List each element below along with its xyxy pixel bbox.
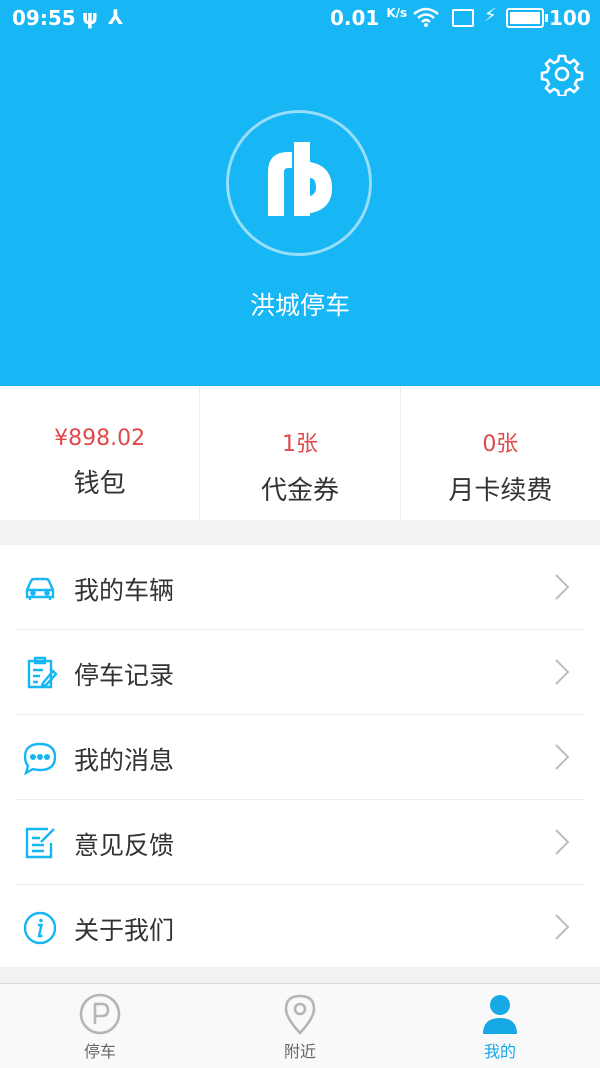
user-icon bbox=[478, 992, 522, 1036]
stat-value: ¥898.02 bbox=[54, 426, 146, 451]
menu-item-feedback[interactable]: 意见反馈 bbox=[16, 800, 584, 885]
tab-label: 停车 bbox=[83, 1042, 116, 1061]
car-icon bbox=[22, 570, 58, 606]
stat-monthly-card[interactable]: 0张 月卡续费 bbox=[401, 386, 600, 520]
stat-value: 0张 bbox=[482, 432, 519, 457]
chevron-right-icon bbox=[554, 743, 570, 771]
gear-icon[interactable] bbox=[540, 52, 584, 98]
chevron-right-icon bbox=[554, 828, 570, 856]
location-pin-icon bbox=[278, 992, 322, 1036]
tab-label: 附近 bbox=[283, 1042, 316, 1061]
info-icon bbox=[22, 910, 58, 946]
stat-value: 1张 bbox=[281, 432, 318, 457]
tab-nearby[interactable]: 附近 bbox=[200, 984, 400, 1068]
stat-label: 月卡续费 bbox=[448, 476, 553, 506]
chat-bubble-icon bbox=[22, 740, 58, 776]
menu-item-my-messages[interactable]: 我的消息 bbox=[16, 715, 584, 800]
parking-logo-icon bbox=[268, 142, 332, 216]
menu-list: 我的车辆 停车记录 我的消息 意见反馈 关于我们 bbox=[0, 545, 600, 967]
stat-voucher[interactable]: 1张 代金券 bbox=[200, 386, 401, 520]
stat-label: 代金券 bbox=[260, 476, 339, 506]
battery-level: 100 bbox=[549, 6, 591, 30]
account-stats: ¥898.02 钱包 1张 代金券 0张 月卡续费 bbox=[0, 386, 600, 520]
status-bar: 09:55 ψ ⅄ 0.01 K/s ⚡ 100 bbox=[0, 0, 600, 36]
menu-item-label: 关于我们 bbox=[74, 916, 175, 945]
tab-mine[interactable]: 我的 bbox=[400, 984, 600, 1068]
chevron-right-icon bbox=[554, 913, 570, 941]
clipboard-edit-icon bbox=[22, 655, 58, 691]
usb-icon: ψ bbox=[82, 5, 98, 29]
menu-item-label: 意见反馈 bbox=[74, 831, 175, 860]
parking-p-icon bbox=[78, 992, 122, 1036]
menu-item-my-vehicles[interactable]: 我的车辆 bbox=[16, 545, 584, 630]
charging-icon: ⚡ bbox=[484, 5, 497, 26]
status-time: 09:55 bbox=[12, 6, 76, 30]
app-name: 洪城停车 bbox=[249, 291, 350, 320]
menu-item-parking-records[interactable]: 停车记录 bbox=[16, 630, 584, 715]
stat-wallet[interactable]: ¥898.02 钱包 bbox=[0, 386, 201, 520]
menu-item-label: 我的车辆 bbox=[74, 576, 175, 605]
wifi-icon bbox=[412, 6, 440, 33]
profile-header: 09:55 ψ ⅄ 0.01 K/s ⚡ 100 洪城停车 bbox=[0, 0, 600, 386]
menu-item-label: 我的消息 bbox=[74, 746, 175, 775]
screen-icon bbox=[452, 9, 474, 27]
stat-label: 钱包 bbox=[73, 469, 126, 499]
battery-icon bbox=[506, 8, 548, 28]
menu-item-about-us[interactable]: 关于我们 bbox=[16, 885, 584, 969]
bottom-tab-bar: 停车 附近 我的 bbox=[0, 983, 600, 1068]
tab-label: 我的 bbox=[483, 1042, 516, 1061]
menu-item-label: 停车记录 bbox=[74, 661, 175, 690]
chevron-right-icon bbox=[554, 658, 570, 686]
net-speed: 0.01 K/s bbox=[330, 6, 408, 30]
share-icon: ⅄ bbox=[108, 5, 124, 29]
tab-parking[interactable]: 停车 bbox=[0, 984, 200, 1068]
app-logo bbox=[226, 110, 372, 256]
feedback-edit-icon bbox=[22, 825, 58, 861]
chevron-right-icon bbox=[554, 573, 570, 601]
